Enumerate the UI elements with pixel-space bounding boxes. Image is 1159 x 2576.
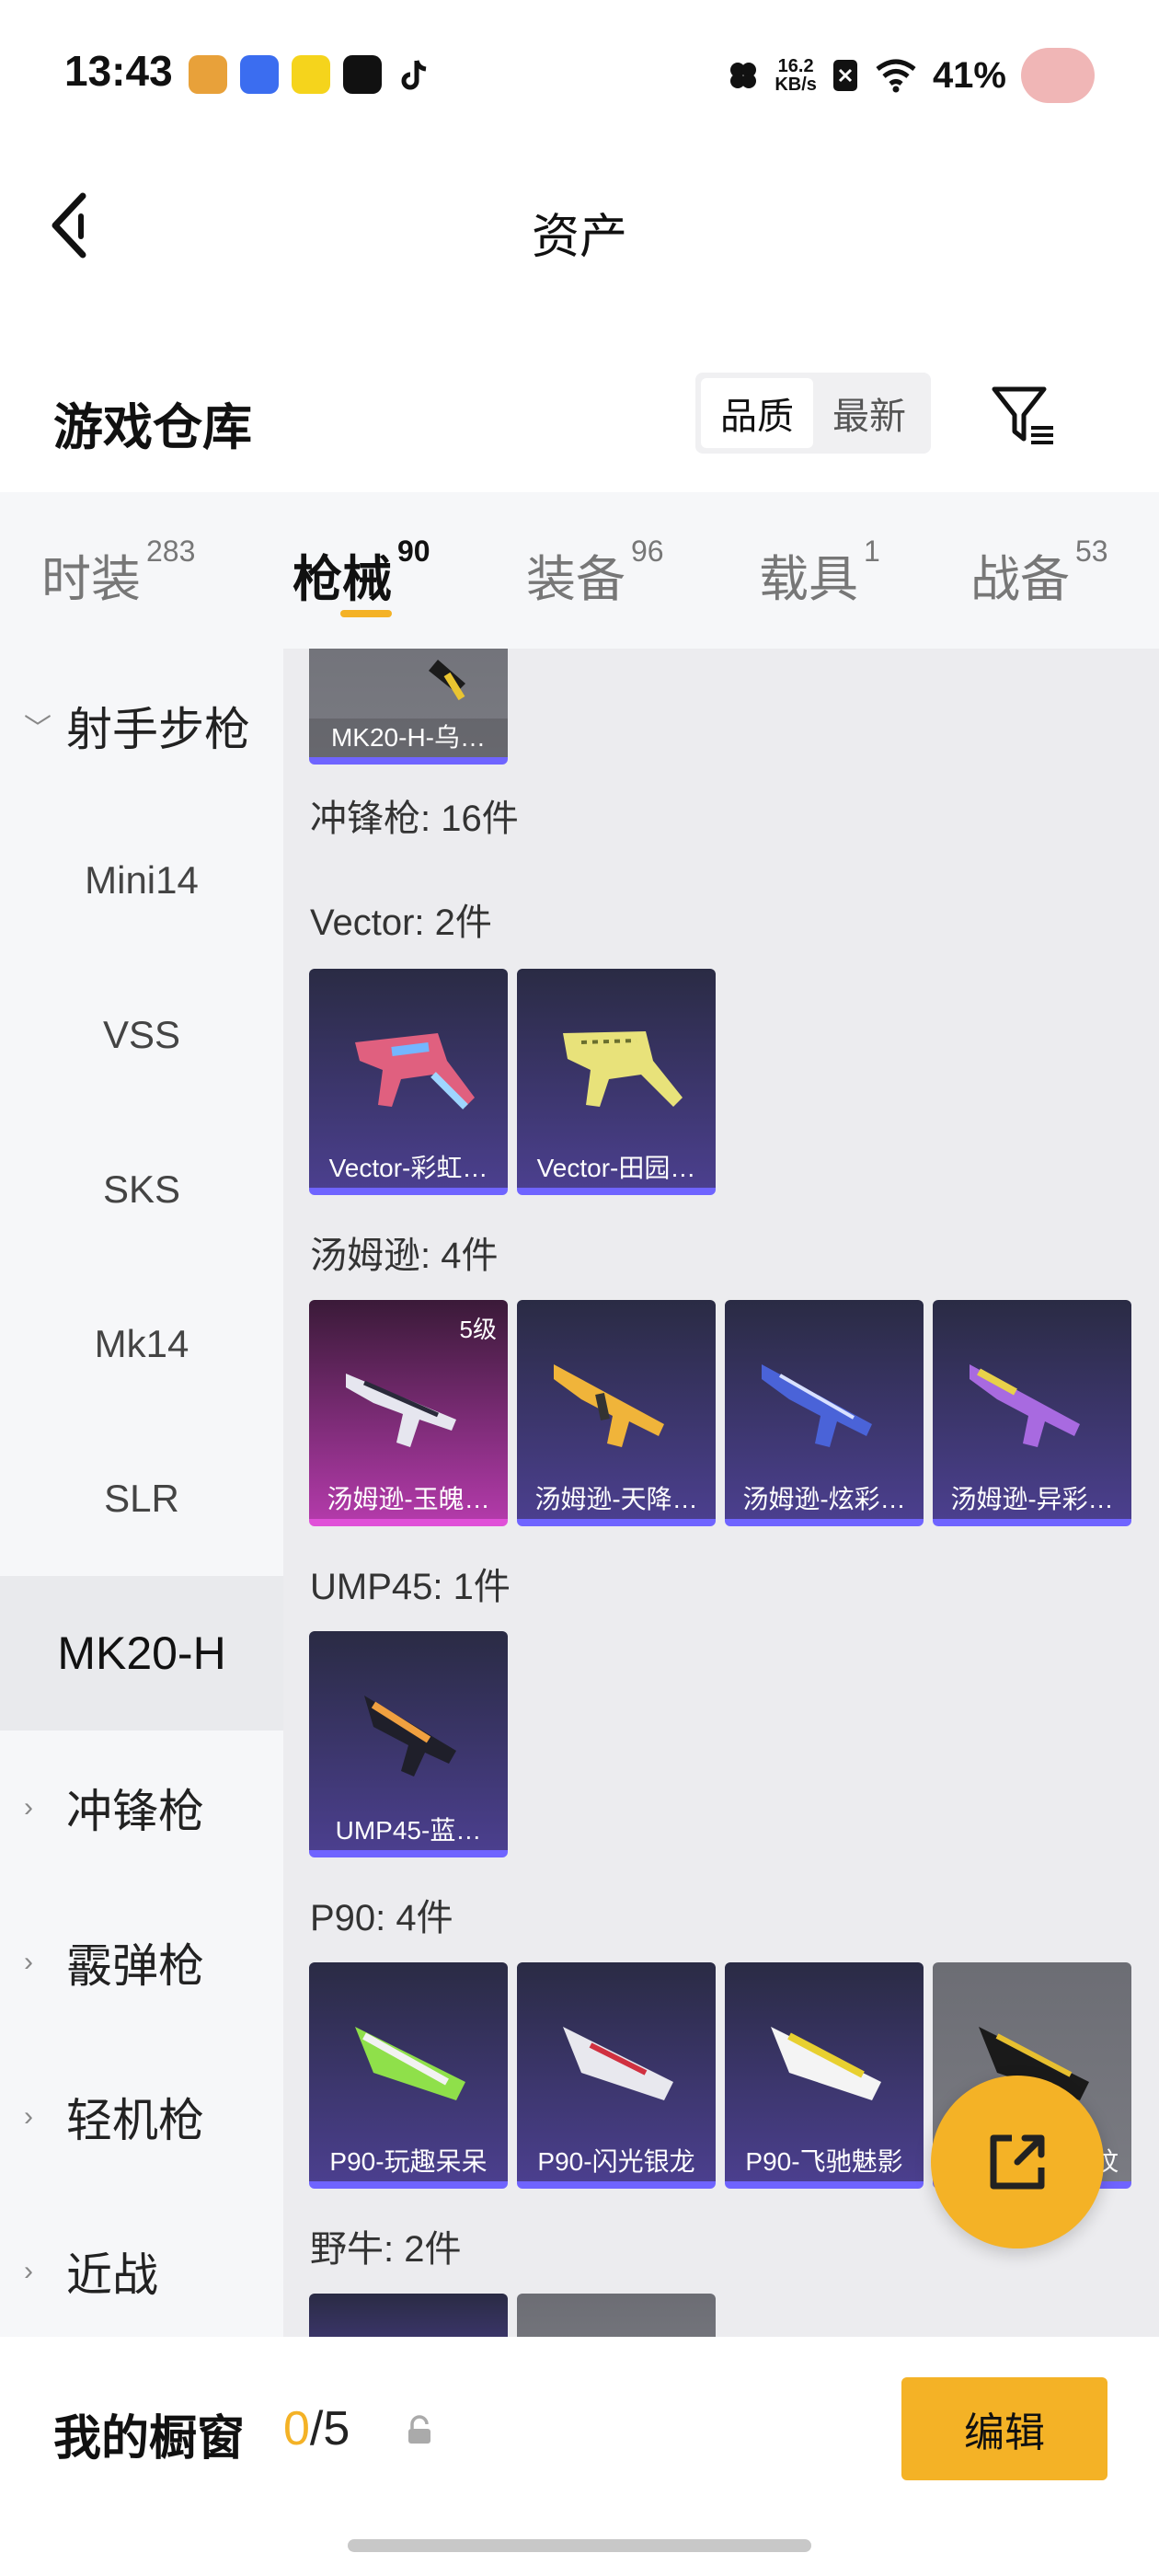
filter-icon — [992, 386, 1053, 444]
edit-button[interactable]: 编辑 — [901, 2377, 1107, 2480]
wifi-icon — [876, 59, 916, 93]
item-label: P90-玩趣呆呆 — [329, 2147, 488, 2176]
chevron-right-icon: › — [24, 1947, 33, 1977]
section-title: 游戏仓库 — [53, 400, 252, 455]
item-card[interactable]: Vector-彩虹… — [309, 969, 508, 1195]
item-card[interactable]: 汤姆逊-异彩… — [933, 1300, 1131, 1526]
gun-image — [355, 2027, 465, 2100]
gun-image — [970, 1364, 1080, 1447]
sidebar-item-mk20h[interactable]: MK20-H — [0, 1576, 283, 1731]
gun-image — [364, 1696, 456, 1777]
tab-fashion[interactable]: 时装283 — [41, 535, 195, 611]
status-bar: 13:43 16.2 KB/s 41% — [0, 0, 1159, 147]
chevron-right-icon: › — [24, 2101, 33, 2132]
item-card[interactable] — [309, 2294, 508, 2337]
chevron-right-icon: › — [24, 1792, 33, 1823]
item-label: Vector-彩虹… — [328, 1154, 488, 1182]
section-title-p90: P90: 4件 — [310, 1898, 453, 1938]
title-bar: 资产 — [0, 166, 1159, 285]
item-card[interactable]: P90-闪光银龙 — [517, 1962, 716, 2189]
tiktok-icon — [395, 55, 433, 94]
item-card[interactable]: Vector-田园… — [517, 969, 716, 1195]
sidebar-group-shotgun[interactable]: › 霰弹枪 — [0, 1885, 283, 2040]
app-icon-4 — [343, 55, 382, 94]
notification-icons — [189, 55, 433, 94]
item-label: 汤姆逊-异彩… — [950, 1485, 1114, 1513]
sidebar-item-mini14[interactable]: Mini14 — [0, 803, 283, 958]
tab-vehicles[interactable]: 载具1 — [759, 535, 880, 611]
status-time: 13:43 — [64, 47, 173, 95]
item-card[interactable]: 5级 汤姆逊-玉魄… — [309, 1300, 508, 1526]
gun-image — [429, 660, 465, 701]
active-tab-indicator — [340, 610, 392, 617]
item-card[interactable]: P90-玩趣呆呆 — [309, 1962, 508, 2189]
sidebar-item-sks[interactable]: SKS — [0, 1112, 283, 1267]
item-label: 汤姆逊-炫彩… — [742, 1485, 906, 1513]
gun-image — [554, 1364, 664, 1447]
share-button[interactable] — [931, 2076, 1104, 2248]
net-speed: 16.2 KB/s — [775, 56, 817, 95]
gun-image — [563, 1031, 683, 1107]
nfc-icon — [730, 63, 757, 88]
section-title-ump45: UMP45: 1件 — [310, 1567, 511, 1607]
sidebar-item-mk14[interactable]: Mk14 — [0, 1267, 283, 1421]
category-tabs: 时装283 枪械90 装备96 载具1 战备53 — [0, 492, 1159, 649]
section-title-vector: Vector: 2件 — [310, 903, 492, 943]
status-right: 16.2 KB/s 41% — [727, 48, 1095, 103]
gun-image — [355, 1033, 475, 1110]
item-card[interactable]: 汤姆逊-炫彩… — [725, 1300, 924, 1526]
section-title-thompson: 汤姆逊: 4件 — [310, 1236, 499, 1276]
gun-image — [563, 2027, 673, 2100]
item-card[interactable]: 汤姆逊-天降… — [517, 1300, 716, 1526]
avatar-icon[interactable] — [1021, 48, 1095, 103]
item-label: Vector-田园… — [536, 1154, 696, 1182]
showcase-label: 我的橱窗 — [53, 2412, 246, 2466]
sidebar-group-lmg[interactable]: › 轻机枪 — [0, 2040, 283, 2194]
section-header: 游戏仓库 品质 最新 — [0, 363, 1159, 474]
sidebar-group-smg[interactable]: › 冲锋枪 — [0, 1731, 283, 1885]
page-title: 资产 — [531, 211, 627, 264]
sidebar-item-slr[interactable]: SLR — [0, 1421, 283, 1576]
showcase-count: 0/5 — [283, 2402, 350, 2455]
sidebar-group-marksman-rifle[interactable]: ﹀ 射手步枪 — [0, 649, 283, 803]
share-icon — [990, 2134, 1045, 2190]
chevron-down-icon: ﹀ — [24, 714, 52, 744]
sim-icon — [832, 60, 857, 91]
battery-level: 41% — [932, 54, 1006, 96]
item-label: P90-飞驰魅影 — [745, 2147, 903, 2176]
item-label: 汤姆逊-玉魄… — [327, 1485, 490, 1513]
sidebar-group-melee[interactable]: › 近战 — [0, 2194, 283, 2337]
chevron-right-icon: › — [24, 2256, 33, 2286]
sort-option-newest[interactable]: 最新 — [813, 378, 925, 448]
assets-page: 13:43 16.2 KB/s 41% 资产 游戏仓库 品质 最新 时装283 … — [0, 0, 1159, 2576]
item-card[interactable] — [517, 2294, 716, 2337]
item-card[interactable]: UMP45-蓝… — [309, 1631, 508, 1857]
gun-image — [346, 1374, 456, 1447]
item-label: P90-闪光银龙 — [537, 2147, 695, 2176]
lock-icon — [408, 2415, 430, 2444]
app-icon-2 — [240, 55, 279, 94]
section-title-bison: 野牛: 2件 — [310, 2229, 462, 2270]
home-indicator[interactable] — [348, 2539, 811, 2552]
filter-button[interactable] — [989, 384, 1058, 448]
item-label: UMP45-蓝… — [335, 1816, 482, 1845]
app-icon-3 — [292, 55, 330, 94]
sidebar-item-vss[interactable]: VSS — [0, 958, 283, 1112]
item-card[interactable]: P90-飞驰魅影 — [725, 1962, 924, 2189]
tab-supplies[interactable]: 战备53 — [970, 535, 1108, 611]
tab-equipment[interactable]: 装备96 — [526, 535, 664, 611]
gun-image — [771, 2027, 881, 2100]
tab-guns[interactable]: 枪械90 — [293, 535, 430, 611]
category-header: 冲锋枪: 16件 — [310, 799, 519, 839]
sidebar: ﹀ 射手步枪 Mini14 VSS SKS Mk14 SLR MK20-H › 冲锋… — [0, 649, 283, 2337]
item-card[interactable]: MK20-H-乌… — [309, 649, 508, 765]
gun-image — [762, 1364, 872, 1447]
item-label: MK20-H-乌… — [309, 719, 508, 757]
item-label: 汤姆逊-天降… — [534, 1485, 698, 1513]
sort-toggle: 品质 最新 — [695, 373, 931, 454]
showcase-bar: 我的橱窗 0/5 编辑 — [0, 2337, 1159, 2576]
app-icon-1 — [189, 55, 227, 94]
sort-option-quality[interactable]: 品质 — [701, 378, 813, 448]
